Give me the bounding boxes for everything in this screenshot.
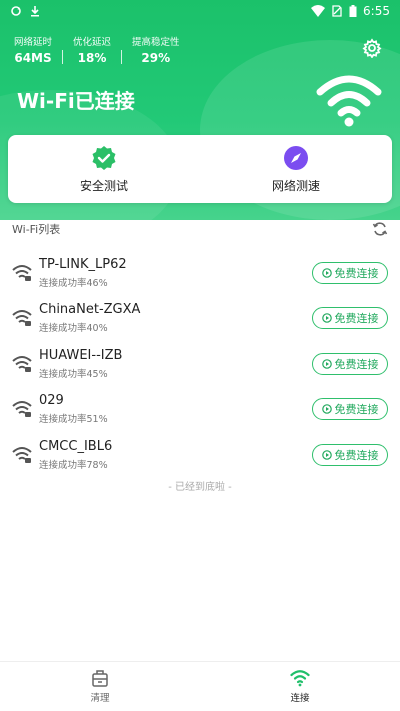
- connect-label: 免费连接: [334, 403, 379, 417]
- free-connect-button[interactable]: 免费连接: [312, 261, 388, 284]
- action-label: 网络测速: [271, 178, 320, 193]
- clock-time: 6:55: [363, 4, 390, 18]
- nav-item-connect[interactable]: 连接: [200, 662, 400, 711]
- wifi-locked-icon: [12, 309, 32, 327]
- play-circle-icon: [321, 449, 332, 460]
- nav-label: 连接: [290, 693, 310, 704]
- stat-value: 18%: [77, 51, 107, 65]
- network-success-rate: 连接成功率40%: [39, 323, 108, 335]
- shield-check-icon: [91, 145, 117, 171]
- network-success-rate: 连接成功率45%: [39, 368, 108, 380]
- wifi-locked-icon: [12, 446, 32, 464]
- sync-icon: [10, 5, 22, 17]
- free-connect-button[interactable]: 免费连接: [312, 443, 388, 466]
- wifi-list: TP-LINK_LP62 连接成功率46% 免费连接 ChinaNet-ZGXA…: [0, 250, 400, 478]
- list-item: ChinaNet-ZGXA 连接成功率40% 免费连接: [0, 296, 400, 342]
- network-success-rate: 连接成功率46%: [39, 277, 108, 289]
- stat-value: 29%: [141, 51, 171, 65]
- network-success-rate: 连接成功率78%: [39, 459, 108, 471]
- no-sim-icon: [331, 5, 343, 17]
- action-card: 安全测试 网络测速: [8, 135, 392, 203]
- network-name: 029: [39, 393, 64, 409]
- list-item: 029 连接成功率51% 免费连接: [0, 387, 400, 433]
- page-title: Wi-Fi已连接: [17, 89, 135, 113]
- free-connect-button[interactable]: 免费连接: [312, 398, 388, 421]
- list-end-note: - 已经到底啦 -: [168, 482, 232, 493]
- list-item: CMCC_IBL6 连接成功率78% 免费连接: [0, 432, 400, 478]
- action-label: 安全测试: [79, 178, 128, 193]
- wifi-signal-icon: [311, 5, 326, 17]
- speed-test-button[interactable]: 网络测速: [200, 135, 392, 203]
- connect-label: 免费连接: [334, 448, 379, 462]
- stat-optimize: 优化延迟 18%: [63, 34, 121, 65]
- download-icon: [30, 5, 40, 17]
- refresh-icon[interactable]: [372, 221, 388, 237]
- network-name: CMCC_IBL6: [39, 438, 113, 454]
- list-item: HUAWEI--IZB 连接成功率45% 免费连接: [0, 341, 400, 387]
- wifi-list-header: Wi-Fi列表: [12, 219, 388, 239]
- connect-label: 免费连接: [334, 312, 379, 326]
- network-name: HUAWEI--IZB: [39, 347, 123, 363]
- speed-compass-icon: [283, 145, 309, 171]
- wifi-locked-icon: [12, 400, 32, 418]
- clean-icon: [90, 669, 110, 687]
- play-circle-icon: [321, 267, 332, 278]
- nav-item-clean[interactable]: 清理: [0, 662, 200, 711]
- network-name: ChinaNet-ZGXA: [39, 302, 141, 318]
- stat-label: 网络延时: [14, 37, 53, 48]
- wifi-locked-icon: [12, 264, 32, 282]
- wifi-connected-icon: [316, 72, 382, 128]
- play-circle-icon: [321, 404, 332, 415]
- network-stats: 网络延时 64MS 优化延迟 18% 提高稳定性 29%: [14, 34, 190, 65]
- free-connect-button[interactable]: 免费连接: [312, 352, 388, 375]
- play-circle-icon: [321, 313, 332, 324]
- connect-label: 免费连接: [334, 357, 379, 371]
- network-name: TP-LINK_LP62: [39, 256, 127, 272]
- connect-label: 免费连接: [334, 266, 379, 280]
- list-item: TP-LINK_LP62 连接成功率46% 免费连接: [0, 250, 400, 296]
- status-bar: 6:55: [0, 0, 400, 22]
- wifi-icon: [290, 669, 310, 687]
- security-test-button[interactable]: 安全测试: [8, 135, 200, 203]
- wifi-locked-icon: [12, 355, 32, 373]
- wifi-list-title: Wi-Fi列表: [12, 223, 61, 236]
- play-circle-icon: [321, 358, 332, 369]
- gear-icon[interactable]: [362, 38, 382, 59]
- free-connect-button[interactable]: 免费连接: [312, 307, 388, 330]
- stat-latency: 网络延时 64MS: [14, 34, 62, 65]
- stat-label: 提高稳定性: [132, 37, 180, 48]
- stat-value: 64MS: [14, 51, 52, 65]
- nav-label: 清理: [90, 693, 110, 704]
- battery-icon: [349, 5, 357, 17]
- stat-stability: 提高稳定性 29%: [122, 34, 190, 65]
- stat-label: 优化延迟: [73, 37, 112, 48]
- network-success-rate: 连接成功率51%: [39, 414, 108, 426]
- bottom-navigation: 清理 连接: [0, 661, 400, 711]
